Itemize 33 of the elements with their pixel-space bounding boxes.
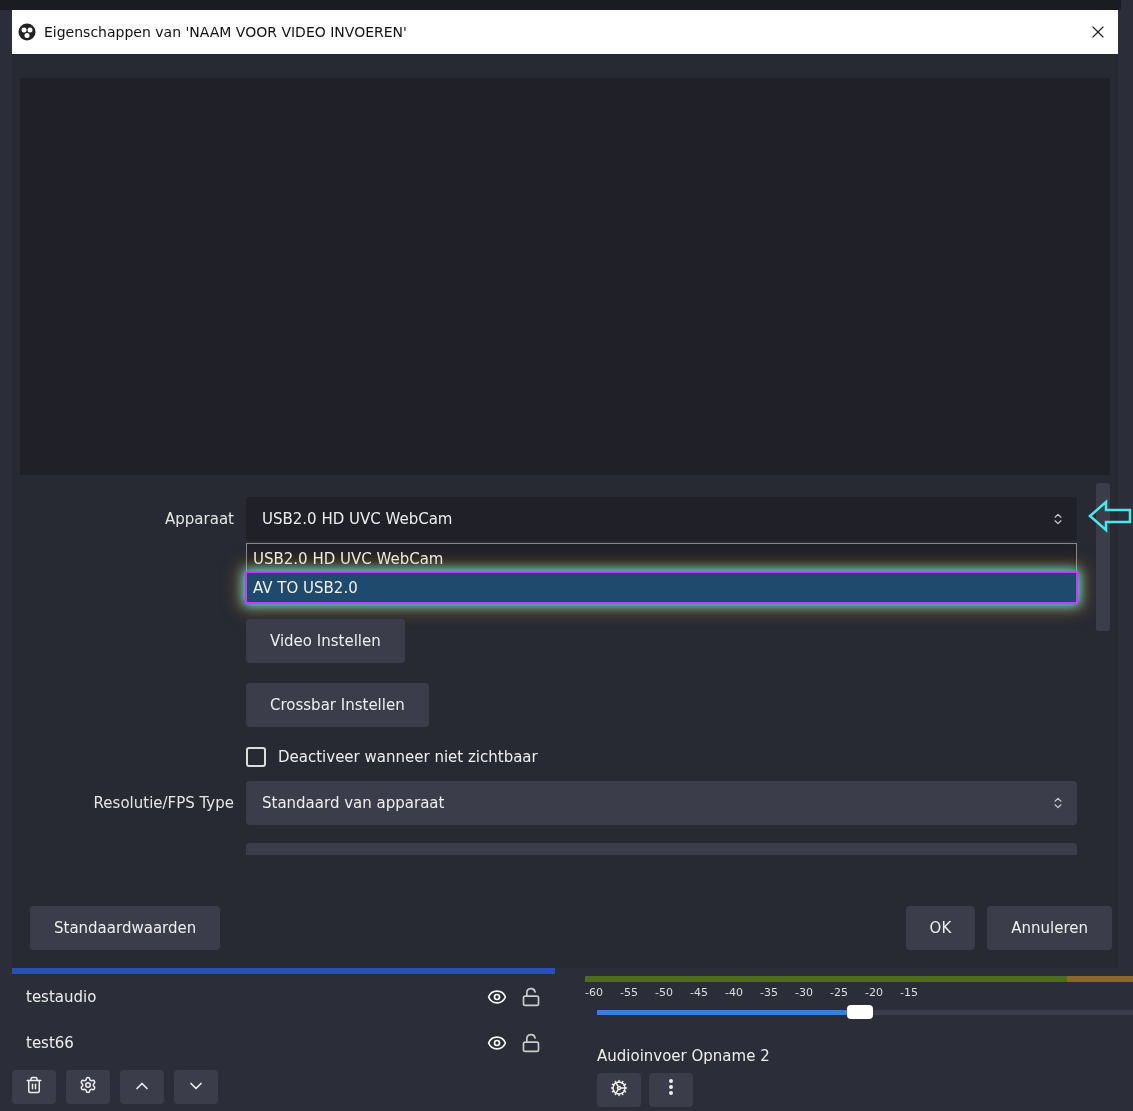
checkbox-row[interactable]: Deactiveer wanneer niet zichtbaar bbox=[246, 747, 1077, 767]
more-icon bbox=[669, 1079, 673, 1095]
eye-icon[interactable] bbox=[487, 1033, 507, 1053]
remove-button[interactable] bbox=[12, 1070, 56, 1104]
checkbox[interactable] bbox=[246, 747, 266, 767]
dropdown-option[interactable]: USB2.0 HD UVC WebCam bbox=[247, 544, 1076, 573]
trash-icon bbox=[25, 1076, 43, 1094]
window-title: Eigenschappen van 'NAAM VOOR VIDEO INVOEREN' bbox=[44, 24, 408, 40]
resolution-dropdown[interactable]: Standaard van apparaat bbox=[246, 781, 1077, 825]
field-label: Resolutie/FPS Type bbox=[92, 794, 234, 812]
ok-button[interactable]: OK bbox=[905, 906, 976, 950]
settings-icon bbox=[79, 1076, 97, 1094]
defaults-button[interactable]: Standaardwaarden bbox=[30, 906, 221, 950]
dropdown-option[interactable]: AV TO USB2.0 bbox=[247, 573, 1076, 602]
menu-button[interactable] bbox=[649, 1073, 693, 1107]
app-logo-icon bbox=[18, 23, 36, 41]
scrollbar[interactable] bbox=[1096, 483, 1110, 631]
device-dropdown[interactable]: USB2.0 HD UVC WebCam bbox=[246, 497, 1077, 541]
settings-button[interactable]: Video Instellen bbox=[246, 619, 405, 663]
field-label: Apparaat bbox=[164, 510, 234, 528]
eye-icon[interactable] bbox=[487, 987, 507, 1007]
unlock-icon[interactable] bbox=[521, 987, 541, 1007]
source-name[interactable]: testaudio bbox=[26, 988, 473, 1006]
gear-icon bbox=[610, 1079, 628, 1097]
settings-button[interactable] bbox=[597, 1073, 641, 1107]
cancel-button[interactable]: Annuleren bbox=[987, 906, 1112, 950]
arrow-icon bbox=[1088, 499, 1132, 533]
checkbox-label: Deactiveer wanneer niet zichtbaar bbox=[278, 748, 538, 766]
unlock-icon[interactable] bbox=[521, 1033, 541, 1053]
channel-name: Audioinvoer Opname 2 bbox=[597, 1047, 771, 1065]
settings-button[interactable]: Crossbar Instellen bbox=[246, 683, 429, 727]
source-name[interactable]: test66 bbox=[26, 1034, 473, 1052]
settings-button[interactable] bbox=[66, 1070, 110, 1104]
